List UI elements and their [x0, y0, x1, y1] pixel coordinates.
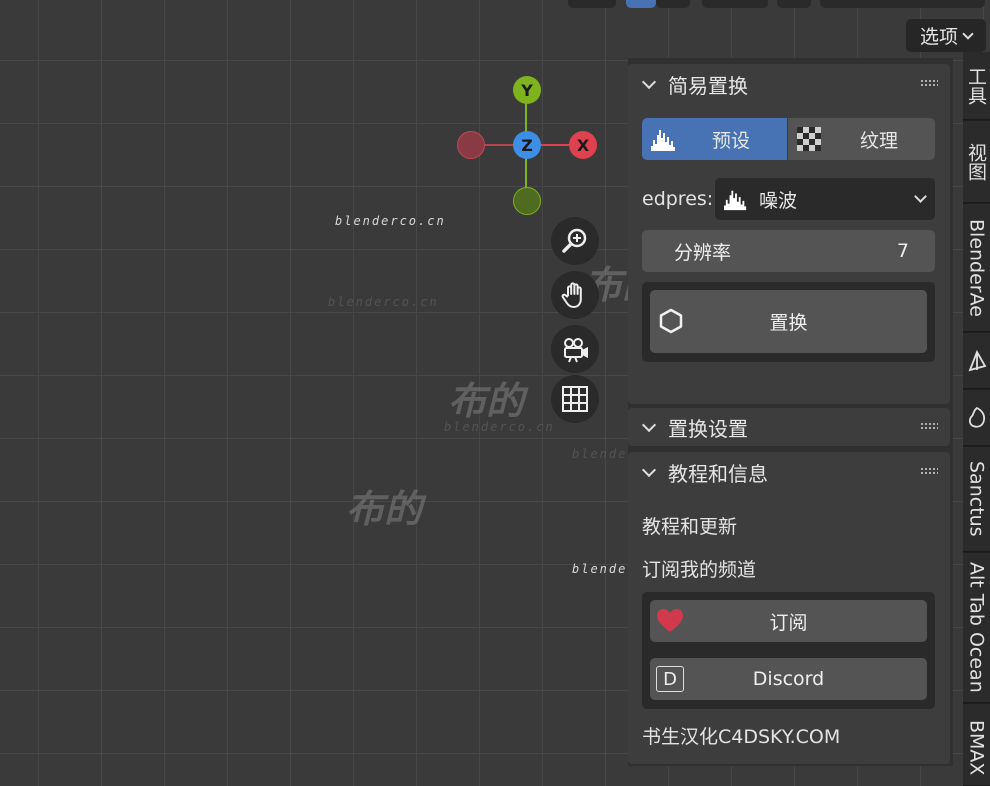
tab-preset[interactable]: 预设	[642, 118, 787, 160]
panel-displace-settings: 置换设置	[628, 408, 950, 446]
panel-title: 置换设置	[668, 416, 748, 441]
watermark-logo: 布的	[346, 487, 423, 531]
panel-tutorials: 教程和信息 教程和更新 订阅我的频道 订阅 D Discord 书生汉化C4DS…	[628, 452, 950, 764]
gizmo-neg-y-axis[interactable]	[513, 187, 541, 215]
ortho-toggle-button[interactable]	[551, 375, 599, 423]
discord-button-label: Discord	[752, 668, 825, 690]
histogram-icon	[651, 130, 675, 151]
tab-texture-label: 纹理	[860, 129, 899, 152]
preset-dropdown[interactable]: 噪波	[715, 178, 935, 220]
tab-texture[interactable]: 纹理	[788, 118, 935, 160]
header-button[interactable]	[568, 0, 616, 8]
sidebar-tab-tool[interactable]: 工具	[963, 52, 990, 120]
panel-title: 教程和信息	[668, 461, 768, 486]
zoom-button[interactable]	[551, 217, 599, 265]
discord-button[interactable]: D Discord	[650, 658, 927, 700]
displace-button[interactable]: 置换	[650, 290, 927, 353]
sidebar-tab-view[interactable]: 视图	[963, 121, 990, 203]
resolution-label: 分辨率	[674, 241, 732, 264]
options-label: 选项	[919, 26, 958, 48]
sidebar-tab-triangle-addon[interactable]	[963, 333, 990, 389]
checker-icon	[797, 127, 821, 151]
sidebar-tab-label: BlenderAe	[965, 218, 988, 317]
resolution-field[interactable]: 分辨率 7	[642, 230, 935, 272]
credit-text: 书生汉化C4DSKY.COM	[642, 726, 841, 748]
discord-icon: D	[656, 666, 684, 692]
header-xray-button[interactable]	[777, 0, 811, 8]
heart-icon	[657, 609, 683, 632]
sidebar-tab-alt-tab-ocean[interactable]: Alt Tab Ocean	[963, 553, 990, 703]
header-shading-buttons[interactable]	[820, 0, 985, 8]
info-text: 教程和更新	[642, 516, 738, 538]
chevron-down-icon	[641, 462, 657, 478]
sidebar-tab-blenderae[interactable]: BlenderAe	[963, 204, 990, 332]
panel-header[interactable]: 简易置换	[628, 66, 950, 102]
displace-box: 置换	[642, 282, 935, 362]
camera-view-button[interactable]	[551, 325, 599, 373]
pan-button[interactable]	[551, 271, 599, 319]
displace-button-label: 置换	[769, 312, 808, 334]
triangle-addon-icon	[968, 349, 986, 371]
hand-pan-icon	[561, 282, 582, 308]
grid-icon	[562, 386, 588, 412]
panel-header[interactable]: 教程和信息	[628, 454, 950, 490]
gizmo-z-axis[interactable]: Z	[513, 131, 541, 159]
gizmo-x-axis[interactable]: X	[569, 131, 597, 159]
sidebar-tab-blob-addon[interactable]	[963, 390, 990, 446]
camera-icon	[564, 338, 588, 363]
sidebar-tab-label: Sanctus	[965, 461, 988, 537]
chevron-down-icon	[641, 417, 657, 433]
sidebar-tab-strip: 工具 视图 BlenderAe Sanctus Alt Tab Ocean BM…	[963, 52, 990, 786]
sidebar-tab-label: BMAX	[965, 720, 988, 776]
sidebar-tab-label: 视图	[965, 142, 987, 181]
chevron-down-icon	[914, 190, 927, 203]
header-toggle-button[interactable]	[626, 0, 656, 8]
gizmo-neg-x-axis[interactable]	[457, 131, 485, 159]
preset-label: edpres:	[642, 188, 714, 210]
sidebar-tab-label: 工具	[965, 66, 987, 105]
info-text: 订阅我的频道	[642, 559, 757, 581]
tab-preset-label: 预设	[712, 129, 751, 152]
panel-easy-displace: 简易置换 预设 纹理 edpres: 噪波 分辨率 7 置换	[628, 64, 950, 404]
panel-header[interactable]: 置换设置	[628, 409, 950, 445]
watermark-text: blenderco.cn	[328, 295, 439, 309]
subscribe-button-label: 订阅	[769, 611, 808, 634]
sidebar-tab-label: Alt Tab Ocean	[965, 562, 988, 693]
panel-title: 简易置换	[668, 73, 748, 98]
sidebar-tab-bmax[interactable]: BMAX	[963, 704, 990, 786]
chevron-down-icon	[641, 74, 657, 90]
watermark-text: blenderco.cn	[335, 214, 446, 228]
histogram-icon	[724, 190, 747, 211]
options-dropdown[interactable]: 选项	[906, 19, 986, 52]
hexagon-icon	[659, 308, 683, 334]
resolution-value: 7	[896, 240, 909, 262]
zoom-icon	[562, 228, 587, 253]
drag-grip-icon[interactable]	[920, 467, 938, 475]
blob-addon-icon	[968, 406, 985, 428]
subscribe-button[interactable]: 订阅	[650, 600, 927, 642]
drag-grip-icon[interactable]	[920, 79, 938, 87]
sidebar-tab-sanctus[interactable]: Sanctus	[963, 447, 990, 552]
chevron-down-icon	[962, 27, 974, 40]
drag-grip-icon[interactable]	[920, 422, 938, 430]
preset-value: 噪波	[759, 189, 798, 212]
links-box: 订阅 D Discord	[642, 592, 935, 709]
header-dropdown-button[interactable]	[656, 0, 690, 8]
gizmo-y-axis[interactable]: Y	[513, 76, 541, 104]
watermark-logo: 布的	[448, 379, 525, 423]
header-overlay-button[interactable]	[702, 0, 768, 8]
